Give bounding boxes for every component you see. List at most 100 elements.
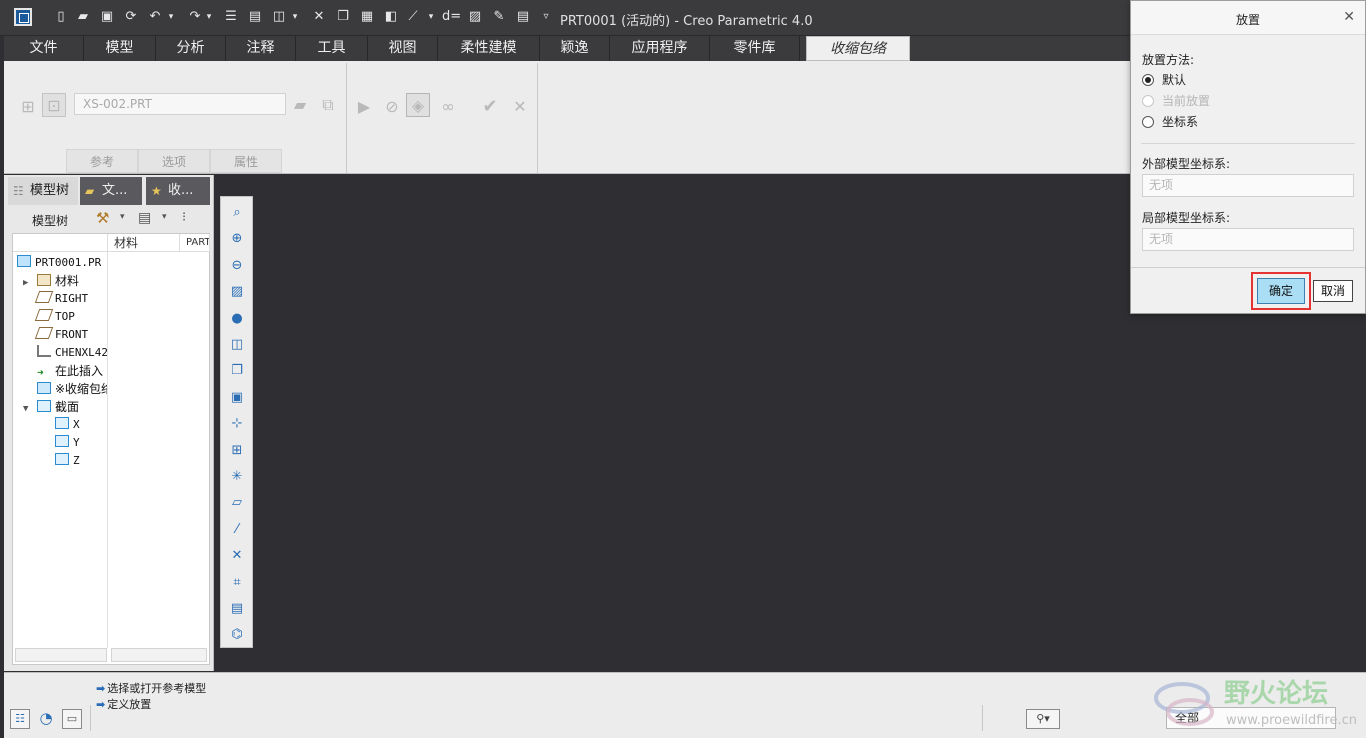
nodes-icon[interactable]: ⌬ (227, 625, 247, 645)
camera-icon[interactable]: ▣ (227, 388, 247, 408)
tab-tools[interactable]: 工具 (296, 36, 368, 61)
show-dropdown-icon[interactable]: ▾ (162, 212, 167, 222)
tree-node[interactable]: TOP (23, 308, 107, 326)
creo-app-icon[interactable] (14, 8, 32, 26)
switch-window-icon[interactable]: ◫ (270, 8, 288, 26)
tab-model-tree[interactable]: ☷ 模型树 (8, 177, 78, 205)
tab-view[interactable]: 视图 (368, 36, 438, 61)
tree-node[interactable]: ➜ 在此插入 (23, 362, 107, 380)
expand-toggle-icon[interactable]: ▶ (23, 274, 37, 290)
csys-display-icon[interactable]: ✳ (227, 467, 247, 487)
tab-shrinkwrap[interactable]: 收缩包络 (806, 36, 910, 61)
point-display-icon[interactable]: ✕ (227, 546, 247, 566)
zoom-out-icon[interactable]: ⊖ (227, 256, 247, 276)
shading-icon[interactable]: ● (227, 309, 247, 329)
doc-icon[interactable]: ▤ (514, 8, 532, 26)
tab-annotate[interactable]: 注释 (226, 36, 296, 61)
undo-dropdown-icon[interactable]: ▾ (166, 8, 176, 26)
copy-icon[interactable]: ❐ (334, 8, 352, 26)
saved-views-icon[interactable]: ❐ (227, 361, 247, 381)
regenerate-icon[interactable]: ⟳ (122, 8, 140, 26)
fullscreen-icon[interactable]: ▭ (62, 709, 82, 729)
redo-dropdown-icon[interactable]: ▾ (204, 8, 214, 26)
tree-horizontal-scrollbar[interactable] (15, 648, 107, 662)
csys-toggle-icon[interactable]: ⌗ (227, 573, 247, 593)
tab-analysis[interactable]: 分析 (156, 36, 226, 61)
tree-node[interactable]: ※收缩包络 (23, 380, 107, 398)
spin-center-icon[interactable]: ⊹ (227, 414, 247, 434)
radio-coordinate-system[interactable]: 坐标系 (1142, 114, 1198, 130)
placement-reference-icon[interactable]: ⧉ (316, 93, 340, 117)
no-preview-icon[interactable]: ⊘ (380, 95, 404, 119)
tab-favorites[interactable]: ★ 收... (146, 177, 210, 205)
view-orient-icon[interactable]: ◫ (227, 335, 247, 355)
tree-node[interactable]: ▼ 截面 (23, 398, 107, 416)
open-icon[interactable]: ▰ (74, 8, 92, 26)
component-active-icon[interactable]: ⊡ (42, 93, 66, 117)
ok-button[interactable]: 确定 (1257, 278, 1305, 304)
close-icon[interactable]: ✕ (1343, 9, 1355, 25)
close-window-icon[interactable]: ✕ (310, 8, 328, 26)
column-header-part[interactable]: PART (180, 234, 210, 252)
repaint-icon[interactable]: ▨ (227, 282, 247, 302)
annotation-icon[interactable]: ⊞ (227, 441, 247, 461)
tab-folder-browser[interactable]: ▰ 文... (80, 177, 142, 205)
measure-dropdown-icon[interactable]: ▾ (426, 8, 436, 26)
reference-model-input[interactable]: XS-002.PRT (74, 93, 286, 115)
ok-check-icon[interactable]: ✔ (478, 95, 502, 119)
attached-preview-icon[interactable]: ◈ (406, 93, 430, 117)
tab-part-library[interactable]: 零件库 (710, 36, 800, 61)
relations-icon[interactable]: d= (442, 8, 461, 26)
open-reference-icon[interactable]: ▰ (288, 93, 312, 117)
column-header-tree[interactable] (13, 234, 108, 252)
refit-icon[interactable]: ⌕ (227, 203, 247, 223)
radio-default[interactable]: 默认 (1142, 72, 1186, 88)
cancel-button[interactable]: 取消 (1313, 280, 1353, 302)
verify-preview-icon[interactable]: ∞ (436, 95, 460, 119)
selection-filter[interactable]: 全部 (1166, 707, 1336, 729)
tree-node[interactable]: ▶ 材料 (23, 272, 107, 290)
parameters-icon[interactable]: ▨ (466, 8, 484, 26)
save-icon[interactable]: ▣ (98, 8, 116, 26)
tab-model[interactable]: 模型 (84, 36, 156, 61)
measure-icon[interactable]: ⟋ (404, 8, 422, 26)
find-binoculars-icon[interactable]: ⚲▾ (1026, 709, 1060, 729)
redo-icon[interactable]: ↷ (186, 8, 204, 26)
tree-node[interactable]: Y (55, 434, 139, 452)
windows-icon[interactable]: ▤ (246, 8, 264, 26)
customize-dropdown-icon[interactable]: ▿ (540, 8, 552, 26)
tree-node[interactable]: RIGHT (23, 290, 107, 308)
tab-file[interactable]: 文件 (4, 36, 84, 61)
rename-icon[interactable]: ✎ (490, 8, 508, 26)
browser-toggle-icon[interactable]: ◔ (36, 709, 56, 729)
column-horizontal-scrollbar[interactable] (111, 648, 207, 662)
column-header-material[interactable]: 材料 (108, 234, 180, 252)
expand-toggle-icon[interactable]: ▼ (23, 400, 37, 416)
annotation-display-icon[interactable]: ▤ (227, 599, 247, 619)
tree-node[interactable]: Z (55, 452, 139, 470)
external-csys-field[interactable]: 无项 (1142, 174, 1354, 197)
tab-flexible-modeling[interactable]: 柔性建模 (438, 36, 540, 61)
undo-icon[interactable]: ↶ (146, 8, 164, 26)
cancel-x-icon[interactable]: ✕ (508, 95, 532, 119)
model-tree-icon[interactable]: ☰ (222, 8, 240, 26)
tree-node[interactable]: FRONT (23, 326, 107, 344)
tab-yingyi[interactable]: 颖逸 (540, 36, 610, 61)
tab-applications[interactable]: 应用程序 (610, 36, 710, 61)
navigator-toggle-icon[interactable]: ☷ (10, 709, 30, 729)
settings-hammer-icon[interactable]: ⚒ (96, 209, 109, 227)
component-placement-icon[interactable]: ⊞ (16, 95, 40, 119)
subtab-references[interactable]: 参考 (66, 149, 138, 173)
zoom-in-icon[interactable]: ⊕ (227, 229, 247, 249)
tree-node[interactable]: CHENXL423 (23, 344, 107, 362)
tree-node[interactable]: X (55, 416, 139, 434)
subtab-options[interactable]: 选项 (138, 149, 210, 173)
axis-display-icon[interactable]: ⁄ (227, 520, 247, 540)
tree-node[interactable]: PRT0001.PRT (17, 254, 101, 272)
paste-special-icon[interactable]: ◧ (382, 8, 400, 26)
new-icon[interactable]: ▯ (52, 8, 70, 26)
settings-dropdown-icon[interactable]: ▾ (120, 212, 125, 222)
show-columns-icon[interactable]: ▤ (138, 210, 151, 226)
paste-icon[interactable]: ▦ (358, 8, 376, 26)
plane-display-icon[interactable]: ▱ (227, 493, 247, 513)
